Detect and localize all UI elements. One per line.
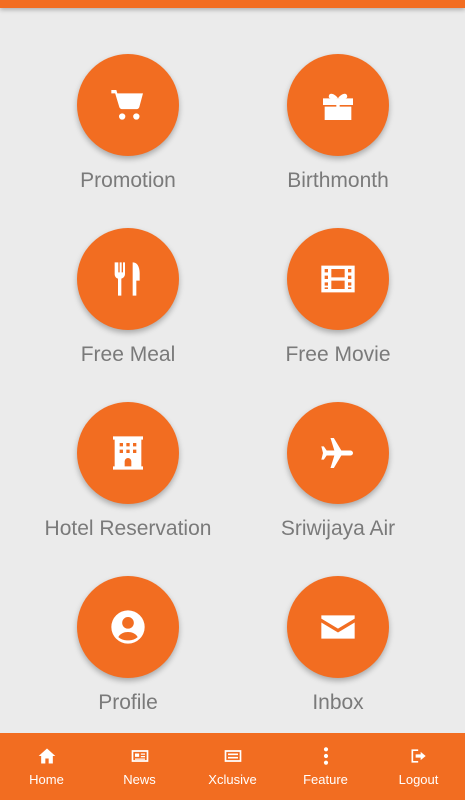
nav-logout[interactable]: Logout bbox=[372, 733, 465, 800]
film-icon bbox=[321, 265, 355, 293]
sriwijaya-air-button[interactable] bbox=[287, 402, 389, 504]
nav-label: Home bbox=[29, 772, 64, 787]
menu-item-label: Birthmonth bbox=[287, 169, 389, 192]
nav-home[interactable]: Home bbox=[0, 733, 93, 800]
home-icon bbox=[38, 748, 55, 764]
envelope-icon bbox=[321, 615, 355, 639]
promotion-button[interactable] bbox=[77, 54, 179, 156]
list-card-icon bbox=[224, 750, 241, 762]
birthmonth-button[interactable] bbox=[287, 54, 389, 156]
newspaper-icon bbox=[131, 750, 148, 762]
inbox-button[interactable] bbox=[287, 576, 389, 678]
cart-icon bbox=[111, 90, 143, 120]
nav-label: Feature bbox=[303, 772, 348, 787]
hotel-icon bbox=[113, 436, 143, 470]
nav-feature[interactable]: Feature bbox=[279, 733, 372, 800]
logout-icon bbox=[411, 749, 426, 763]
menu-item-birthmonth[interactable]: Birthmonth bbox=[222, 54, 454, 193]
menu-item-promotion[interactable]: Promotion bbox=[12, 54, 244, 193]
menu-item-free-meal[interactable]: Free Meal bbox=[12, 228, 244, 367]
top-app-bar bbox=[0, 0, 465, 8]
free-movie-button[interactable] bbox=[287, 228, 389, 330]
nav-label: Logout bbox=[398, 772, 439, 787]
menu-item-inbox[interactable]: Inbox bbox=[222, 576, 454, 715]
menu-item-free-movie[interactable]: Free Movie bbox=[222, 228, 454, 367]
menu-item-label: Sriwijaya Air bbox=[280, 517, 396, 540]
menu-item-label: Profile bbox=[98, 691, 158, 714]
menu-item-sriwijaya-air[interactable]: Sriwijaya Air bbox=[222, 402, 454, 541]
nav-news[interactable]: News bbox=[93, 733, 186, 800]
nav-label: Xclusive bbox=[208, 772, 257, 787]
nav-label: News bbox=[123, 772, 156, 787]
profile-button[interactable] bbox=[77, 576, 179, 678]
menu-item-label: Hotel Reservation bbox=[44, 517, 212, 540]
nav-xclusive[interactable]: Xclusive bbox=[186, 733, 279, 800]
more-vertical-icon bbox=[323, 747, 328, 765]
gift-icon bbox=[323, 93, 353, 120]
airplane-icon bbox=[321, 438, 353, 468]
user-circle-icon bbox=[111, 610, 145, 644]
menu-item-profile[interactable]: Profile bbox=[12, 576, 244, 715]
menu-item-hotel-reservation[interactable]: Hotel Reservation bbox=[12, 402, 244, 541]
free-meal-button[interactable] bbox=[77, 228, 179, 330]
menu-item-label: Promotion bbox=[80, 169, 176, 192]
hotel-reservation-button[interactable] bbox=[77, 402, 179, 504]
menu-item-label: Free Meal bbox=[80, 343, 176, 366]
menu-item-label: Inbox bbox=[312, 691, 364, 714]
utensils-icon bbox=[114, 262, 140, 296]
menu-item-label: Free Movie bbox=[285, 343, 391, 366]
bottom-navigation: Home News Xclusive Feature Logout bbox=[0, 733, 465, 800]
